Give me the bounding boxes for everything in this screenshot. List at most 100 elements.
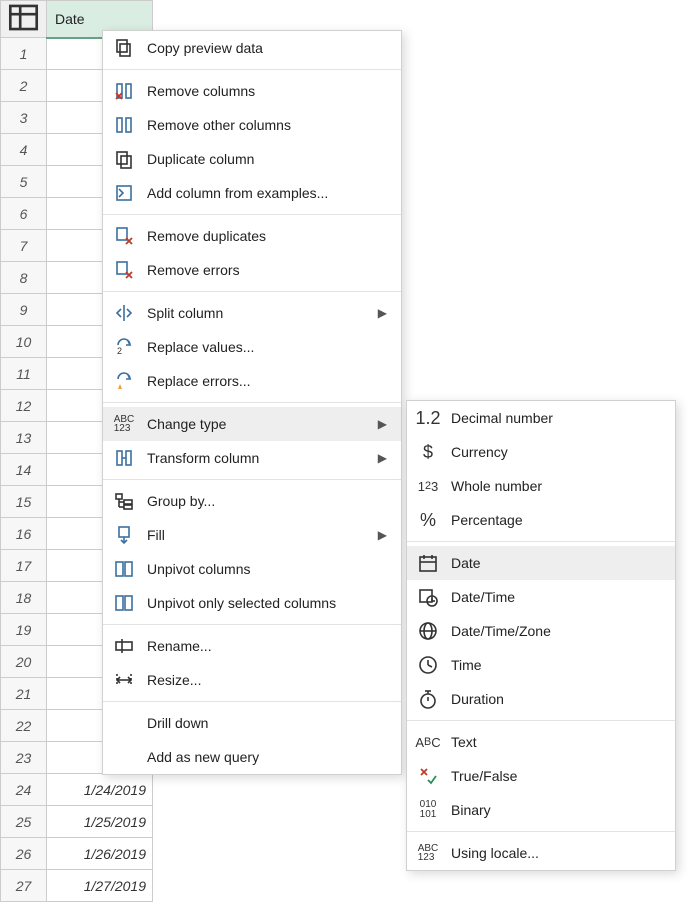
menu-replace-errors[interactable]: Replace errors... [103, 364, 401, 398]
corner-cell[interactable] [1, 1, 47, 38]
table-row: 271/27/2019 [1, 870, 153, 902]
row-number[interactable]: 16 [1, 518, 47, 550]
type-binary[interactable]: 010101 Binary [407, 793, 675, 827]
row-number[interactable]: 21 [1, 678, 47, 710]
menu-replace-values[interactable]: 2 Replace values... [103, 330, 401, 364]
row-number[interactable]: 24 [1, 774, 47, 806]
row-number[interactable]: 17 [1, 550, 47, 582]
menu-remove-duplicates[interactable]: Remove duplicates [103, 219, 401, 253]
menu-transform-column[interactable]: Transform column ▶ [103, 441, 401, 475]
unpivot-icon [113, 558, 135, 580]
type-date[interactable]: Date [407, 546, 675, 580]
split-icon [113, 302, 135, 324]
remove-errors-icon [113, 259, 135, 281]
chevron-right-icon: ▶ [378, 528, 387, 542]
locale-icon: ABC123 [417, 842, 439, 864]
decimal-icon: 1.2 [417, 407, 439, 429]
menu-remove-columns[interactable]: Remove columns [103, 74, 401, 108]
menu-change-type[interactable]: ABC123 Change type ▶ [103, 407, 401, 441]
unpivot-selected-icon [113, 592, 135, 614]
menu-split-column[interactable]: Split column ▶ [103, 296, 401, 330]
table-row: 241/24/2019 [1, 774, 153, 806]
menu-duplicate-column[interactable]: Duplicate column [103, 142, 401, 176]
menu-resize[interactable]: Resize... [103, 663, 401, 697]
menu-add-as-new-query[interactable]: Add as new query [103, 740, 401, 774]
time-icon [417, 654, 439, 676]
row-number[interactable]: 25 [1, 806, 47, 838]
row-number[interactable]: 10 [1, 326, 47, 358]
menu-copy-preview[interactable]: Copy preview data [103, 31, 401, 65]
duplicate-icon [113, 148, 135, 170]
row-number[interactable]: 27 [1, 870, 47, 902]
text-icon: ABC [417, 731, 439, 753]
change-type-icon: ABC123 [113, 413, 135, 435]
rename-icon [113, 635, 135, 657]
row-number[interactable]: 15 [1, 486, 47, 518]
row-number[interactable]: 3 [1, 102, 47, 134]
type-percentage[interactable]: % Percentage [407, 503, 675, 537]
duration-icon [417, 688, 439, 710]
remove-duplicates-icon [113, 225, 135, 247]
menu-unpivot-selected[interactable]: Unpivot only selected columns [103, 586, 401, 620]
row-number[interactable]: 23 [1, 742, 47, 774]
row-number[interactable]: 12 [1, 390, 47, 422]
date-cell[interactable]: 1/25/2019 [47, 806, 153, 838]
type-text[interactable]: ABC Text [407, 725, 675, 759]
date-cell[interactable]: 1/27/2019 [47, 870, 153, 902]
menu-remove-other-columns[interactable]: Remove other columns [103, 108, 401, 142]
replace-errors-icon [113, 370, 135, 392]
row-number[interactable]: 7 [1, 230, 47, 262]
chevron-right-icon: ▶ [378, 306, 387, 320]
remove-other-columns-icon [113, 114, 135, 136]
column-context-menu: Copy preview data Remove columns Remove … [102, 30, 402, 775]
type-truefalse[interactable]: True/False [407, 759, 675, 793]
row-number[interactable]: 11 [1, 358, 47, 390]
date-cell[interactable]: 1/24/2019 [47, 774, 153, 806]
svg-text:2: 2 [117, 346, 122, 356]
row-number[interactable]: 26 [1, 838, 47, 870]
chevron-right-icon: ▶ [378, 451, 387, 465]
row-number[interactable]: 13 [1, 422, 47, 454]
remove-columns-icon [113, 80, 135, 102]
row-number[interactable]: 9 [1, 294, 47, 326]
type-using-locale[interactable]: ABC123 Using locale... [407, 836, 675, 870]
type-whole[interactable]: 123 Whole number [407, 469, 675, 503]
menu-rename[interactable]: Rename... [103, 629, 401, 663]
type-datetimezone[interactable]: Date/Time/Zone [407, 614, 675, 648]
change-type-submenu: 1.2 Decimal number $ Currency 123 Whole … [406, 400, 676, 871]
fill-icon [113, 524, 135, 546]
row-number[interactable]: 14 [1, 454, 47, 486]
type-currency[interactable]: $ Currency [407, 435, 675, 469]
binary-icon: 010101 [417, 799, 439, 821]
table-row: 261/26/2019 [1, 838, 153, 870]
table-icon [7, 21, 40, 37]
menu-remove-errors[interactable]: Remove errors [103, 253, 401, 287]
type-duration[interactable]: Duration [407, 682, 675, 716]
menu-drill-down[interactable]: Drill down [103, 706, 401, 740]
menu-add-from-examples[interactable]: Add column from examples... [103, 176, 401, 210]
transform-icon [113, 447, 135, 469]
row-number[interactable]: 6 [1, 198, 47, 230]
whole-icon: 123 [417, 475, 439, 497]
row-number[interactable]: 22 [1, 710, 47, 742]
row-number[interactable]: 5 [1, 166, 47, 198]
date-cell[interactable]: 1/26/2019 [47, 838, 153, 870]
row-number[interactable]: 2 [1, 70, 47, 102]
type-datetime[interactable]: Date/Time [407, 580, 675, 614]
type-decimal[interactable]: 1.2 Decimal number [407, 401, 675, 435]
date-icon [417, 552, 439, 574]
menu-group-by[interactable]: Group by... [103, 484, 401, 518]
row-number[interactable]: 8 [1, 262, 47, 294]
row-number[interactable]: 1 [1, 38, 47, 70]
add-examples-icon [113, 182, 135, 204]
row-number[interactable]: 20 [1, 646, 47, 678]
row-number[interactable]: 19 [1, 614, 47, 646]
row-number[interactable]: 4 [1, 134, 47, 166]
column-header-label: Date [55, 11, 85, 27]
row-number[interactable]: 18 [1, 582, 47, 614]
menu-unpivot[interactable]: Unpivot columns [103, 552, 401, 586]
truefalse-icon [417, 765, 439, 787]
menu-fill[interactable]: Fill ▶ [103, 518, 401, 552]
currency-icon: $ [417, 441, 439, 463]
type-time[interactable]: Time [407, 648, 675, 682]
